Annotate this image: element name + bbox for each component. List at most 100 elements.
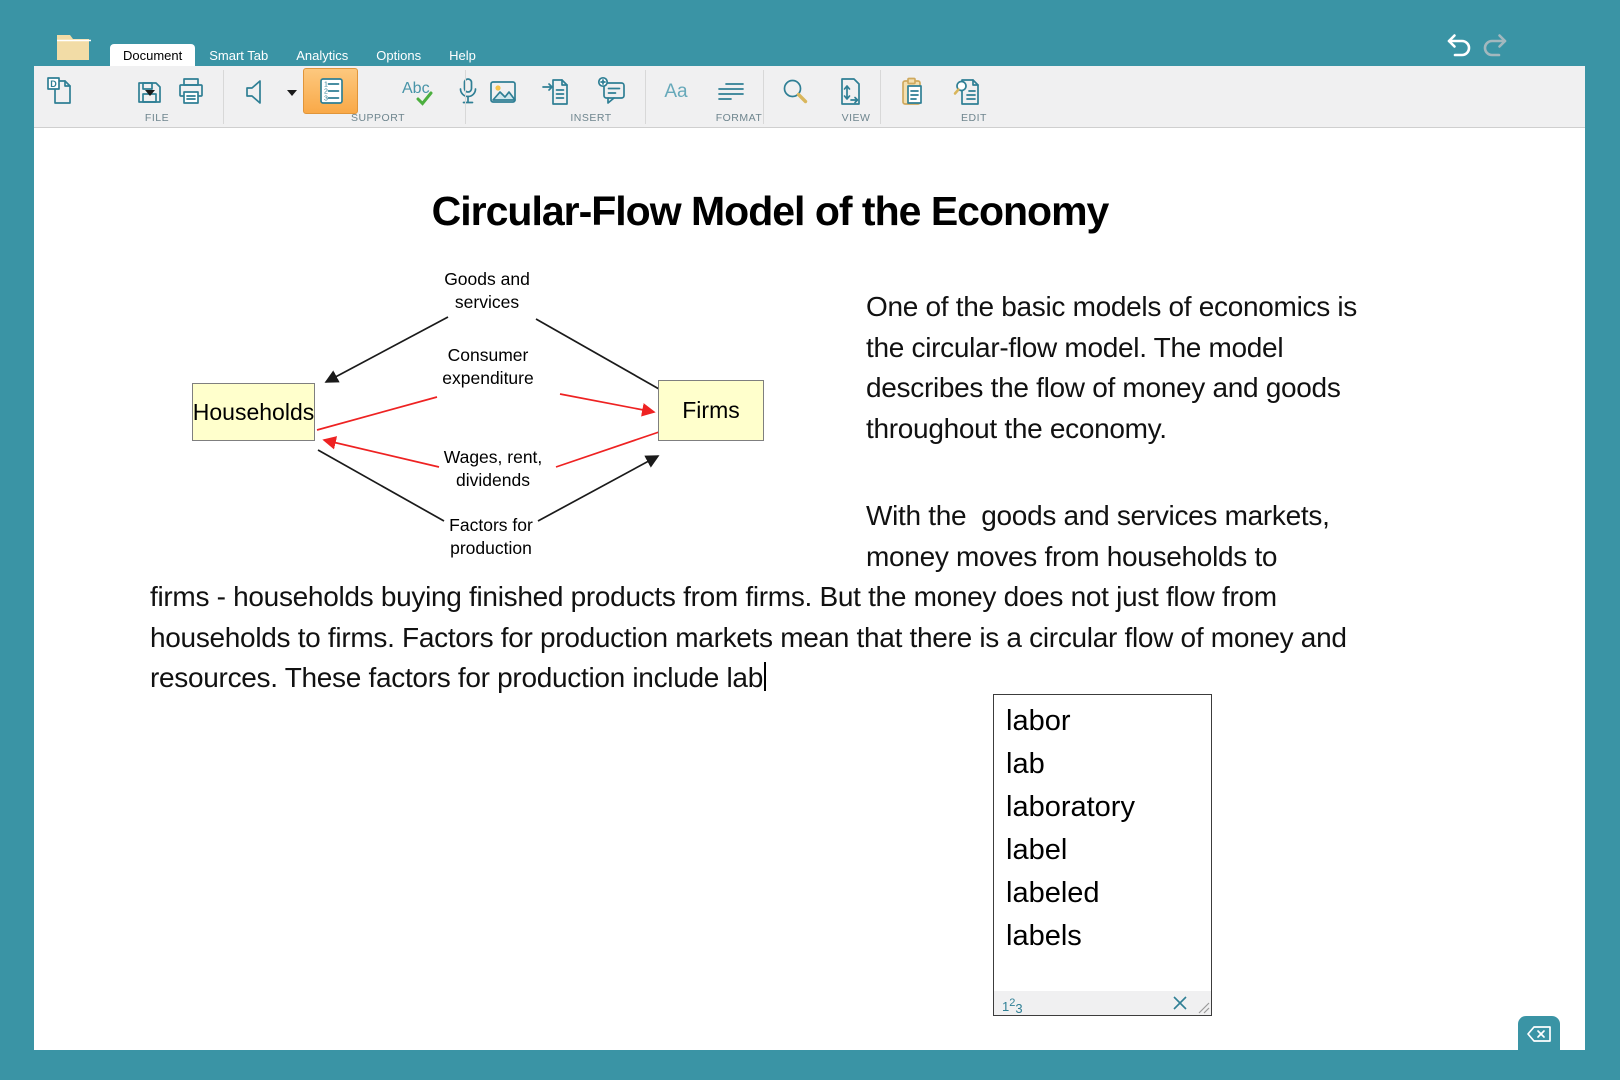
- toolbar-separator: [763, 70, 764, 124]
- flow-label-line: Consumer: [428, 344, 548, 367]
- document-title[interactable]: Circular-Flow Model of the Economy: [150, 188, 1390, 235]
- prediction-item[interactable]: lab: [994, 743, 1211, 786]
- comment-icon: [594, 74, 630, 110]
- toolbar-separator: [223, 70, 224, 124]
- line-goods-from-firms: [536, 319, 659, 389]
- close-icon[interactable]: [1171, 994, 1189, 1012]
- redo-button[interactable]: [1479, 31, 1513, 59]
- paragraph-text: firms - households buying finished produ…: [150, 581, 1354, 693]
- prediction-item[interactable]: label: [994, 829, 1211, 872]
- flow-label-line: Wages, rent,: [433, 446, 553, 469]
- svg-text:3: 3: [324, 96, 328, 103]
- flow-label-line: Goods and: [427, 268, 547, 291]
- find-in-document-icon: [950, 74, 986, 110]
- speak-dropdown-arrow[interactable]: [287, 90, 297, 96]
- speak-button[interactable]: [238, 73, 274, 111]
- line-wages-from-firms: [556, 432, 659, 467]
- paragraph-format-button[interactable]: [713, 73, 749, 111]
- diagram-node-firms: Firms: [658, 380, 764, 441]
- new-document-icon: D: [42, 74, 78, 110]
- redo-icon: [1479, 31, 1513, 59]
- undo-button[interactable]: [1441, 31, 1475, 59]
- svg-text:D: D: [50, 79, 57, 89]
- zoom-button[interactable]: [777, 73, 813, 111]
- font-icon: Aa: [664, 81, 687, 103]
- page-layout-icon: [832, 74, 868, 110]
- insert-document-button[interactable]: [539, 73, 575, 111]
- tab-help[interactable]: Help: [435, 44, 490, 67]
- magnifier-icon: [777, 74, 813, 110]
- flow-label-line: services: [427, 291, 547, 314]
- resize-handle-icon[interactable]: [1197, 1001, 1210, 1014]
- toolbar-separator: [645, 70, 646, 124]
- paragraph-intro[interactable]: One of the basic models of economics is …: [866, 287, 1388, 449]
- arrow-expenditure-to-firms: [560, 394, 654, 412]
- prediction-list: labor lab laboratory label labeled label…: [994, 695, 1211, 958]
- prediction-item[interactable]: labels: [994, 915, 1211, 958]
- paragraph-body[interactable]: firms - households buying finished produ…: [150, 577, 1410, 699]
- toolbar-separator: [465, 70, 466, 124]
- tab-bar: Document Smart Tab Analytics Options Hel…: [110, 44, 490, 66]
- find-button[interactable]: [950, 73, 986, 111]
- prediction-footer: 123: [994, 991, 1211, 1015]
- insert-comment-button[interactable]: [594, 73, 630, 111]
- numbers-toggle-digit: 3: [1015, 1001, 1022, 1016]
- toolbar-group-label-file: FILE: [97, 112, 217, 124]
- numbers-toggle-icon[interactable]: 123: [1002, 992, 1023, 1020]
- prediction-item[interactable]: labeled: [994, 872, 1211, 915]
- toolbar-group-label-edit: EDIT: [914, 112, 1034, 124]
- toolbar-group-label-insert: INSERT: [531, 112, 651, 124]
- page-layout-button[interactable]: [832, 73, 868, 111]
- arrow-factors-to-firms: [538, 456, 658, 521]
- tab-document[interactable]: Document: [110, 44, 195, 67]
- folder-icon[interactable]: [55, 31, 91, 62]
- align-text-icon: [713, 74, 749, 110]
- prediction-item[interactable]: labor: [994, 700, 1211, 743]
- paste-button[interactable]: [894, 73, 930, 111]
- speaker-icon: [238, 74, 274, 110]
- paste-clipboard-icon: [894, 74, 930, 110]
- dictation-button[interactable]: [450, 73, 486, 111]
- undo-icon: [1441, 31, 1475, 59]
- flow-label-line: Factors for: [431, 514, 551, 537]
- picture-icon: [485, 74, 521, 110]
- line-expenditure-from-households: [317, 397, 437, 430]
- line-factors-from-households: [318, 450, 444, 521]
- tab-analytics[interactable]: Analytics: [282, 44, 362, 67]
- text-cursor: [764, 662, 766, 691]
- diagram-node-households: Households: [192, 383, 315, 441]
- toolbar: D FILE 1 2 3: [34, 66, 1585, 128]
- prediction-item[interactable]: laboratory: [994, 786, 1211, 829]
- flow-label-line: expenditure: [428, 367, 548, 390]
- flow-label-line: dividends: [433, 469, 553, 492]
- folder-icon-svg: [55, 31, 91, 62]
- circular-flow-diagram[interactable]: Households Firms Goods and services Cons…: [150, 260, 830, 580]
- flow-label-wages-rent-dividends: Wages, rent, dividends: [433, 446, 553, 492]
- print-button[interactable]: [173, 73, 209, 111]
- toolbar-group-label-support: SUPPORT: [318, 112, 438, 124]
- word-prediction-icon: 1 2 3: [313, 73, 349, 109]
- print-icon: [173, 74, 209, 110]
- backspace-icon: [1525, 1024, 1553, 1044]
- insert-picture-button[interactable]: [485, 73, 521, 111]
- flow-label-consumer-expenditure: Consumer expenditure: [428, 344, 548, 390]
- spellcheck-button[interactable]: Abc: [400, 73, 436, 111]
- flow-label-line: production: [431, 537, 551, 560]
- new-document-button[interactable]: D: [42, 73, 78, 111]
- insert-document-icon: [539, 74, 575, 110]
- tab-smart-tab[interactable]: Smart Tab: [195, 44, 282, 67]
- tab-options[interactable]: Options: [362, 44, 435, 67]
- backspace-button[interactable]: [1518, 1016, 1560, 1052]
- font-button[interactable]: Aa: [658, 73, 694, 111]
- toolbar-group-label-view: VIEW: [796, 112, 916, 124]
- flow-label-factors-production: Factors for production: [431, 514, 551, 560]
- svg-text:1: 1: [324, 82, 328, 89]
- word-prediction-panel: labor lab laboratory label labeled label…: [993, 694, 1212, 1016]
- svg-text:2: 2: [324, 89, 328, 96]
- toolbar-group-label-format: FORMAT: [679, 112, 799, 124]
- save-dropdown-arrow[interactable]: [145, 90, 155, 96]
- flow-label-goods-services: Goods and services: [427, 268, 547, 314]
- word-prediction-button[interactable]: 1 2 3: [303, 68, 358, 114]
- paragraph-markets[interactable]: With the goods and services markets, mon…: [866, 496, 1396, 577]
- check-icon: [416, 91, 434, 107]
